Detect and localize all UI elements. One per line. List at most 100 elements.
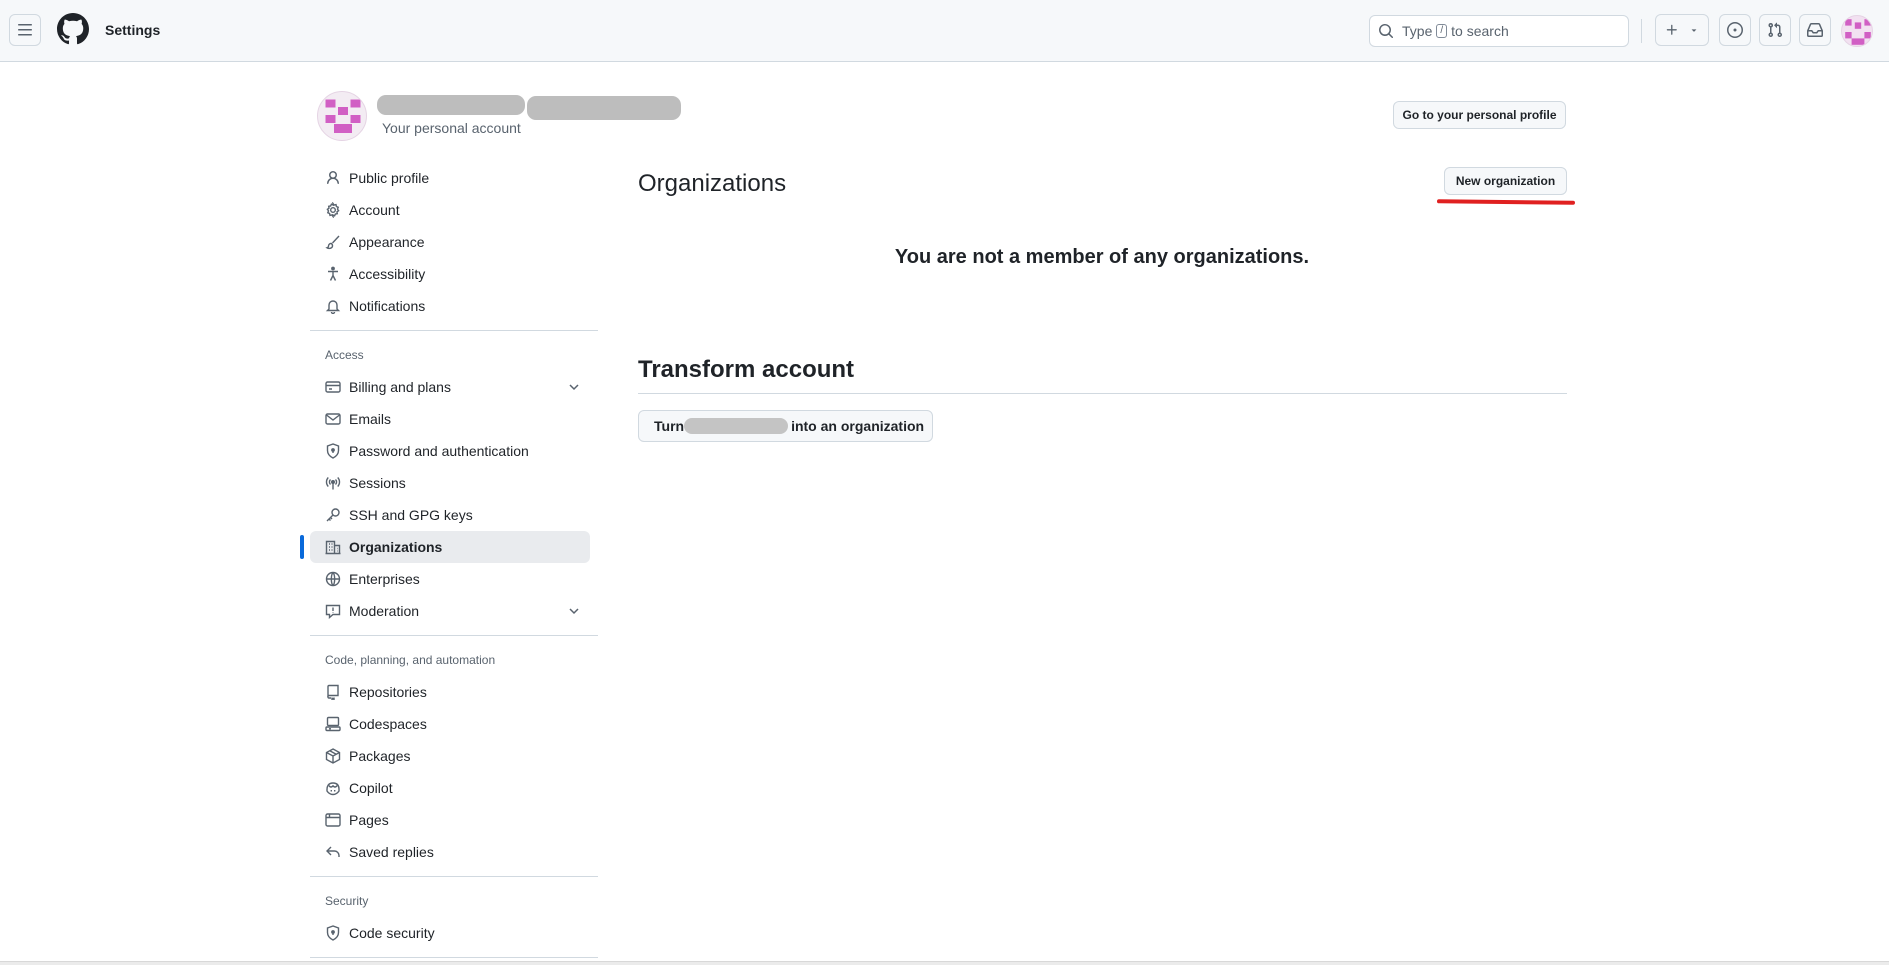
sidebar-divider: [310, 957, 598, 958]
globe-icon: [325, 571, 341, 587]
menu-button[interactable]: [9, 14, 41, 46]
chevron-down-icon[interactable]: [566, 379, 582, 395]
sidebar-item-label: Saved replies: [349, 844, 434, 860]
new-organization-button[interactable]: New organization: [1444, 167, 1567, 195]
sidebar-item-account[interactable]: Account: [310, 194, 590, 226]
context-title[interactable]: Settings: [105, 22, 160, 38]
create-new-button[interactable]: [1655, 14, 1709, 46]
sidebar-item-label: Code security: [349, 925, 435, 941]
shield-lock-icon: [326, 443, 340, 459]
broadcast-icon: [325, 477, 341, 490]
inbox-icon: [1807, 23, 1823, 37]
hamburger-icon: [18, 24, 32, 36]
sidebar-item-label: Notifications: [349, 298, 426, 314]
sidebar-item-label: Accessibility: [349, 266, 426, 282]
sidebar-item-label: Pages: [349, 812, 389, 828]
key-icon: [326, 508, 340, 522]
sidebar-heading-access: Access: [325, 348, 364, 362]
user-avatar[interactable]: [1841, 15, 1873, 47]
identicon-icon: [1845, 19, 1871, 45]
settings-sidebar: Public profile Account Appearance Access…: [300, 162, 598, 965]
sidebar-item-label: Enterprises: [349, 571, 420, 587]
sidebar-item-label: Codespaces: [349, 716, 427, 732]
issues-button[interactable]: [1719, 14, 1751, 46]
repo-icon: [327, 684, 339, 700]
organization-icon: [325, 540, 341, 555]
copilot-icon: [326, 782, 340, 796]
turn-into-organization-button[interactable]: Turn into an organization: [638, 410, 933, 442]
mail-icon: [325, 413, 341, 425]
sidebar-item-label: Copilot: [349, 780, 393, 796]
sidebar-item-label: Billing and plans: [349, 379, 451, 395]
empty-state-message: You are not a member of any organization…: [894, 246, 1310, 268]
inbox-button[interactable]: [1799, 14, 1831, 46]
sidebar-item-label: Packages: [349, 748, 411, 764]
sidebar-item-label: Appearance: [349, 234, 425, 250]
sidebar-item-organizations[interactable]: Organizations: [300, 531, 590, 563]
package-icon: [325, 748, 341, 764]
paintbrush-icon: [325, 235, 340, 250]
go-to-profile-button[interactable]: Go to your personal profile: [1393, 101, 1566, 129]
sidebar-item-moderation[interactable]: Moderation: [310, 595, 590, 627]
window-bottom-edge: [0, 961, 1889, 965]
sidebar-item-label: Public profile: [349, 170, 430, 186]
sidebar-item-appearance[interactable]: Appearance: [310, 226, 590, 258]
search-shortcut-key: /: [1436, 24, 1448, 38]
search-icon: [1379, 24, 1394, 39]
sidebar-item-label: Emails: [349, 411, 392, 427]
search-placeholder-prefix: Type: [1402, 23, 1433, 39]
sidebar-heading-code: Code, planning, and automation: [325, 653, 496, 667]
page-title: Organizations: [638, 170, 787, 197]
turn-button-suffix: into an organization: [791, 418, 925, 434]
sidebar-divider: [310, 635, 598, 636]
shield-check-icon: [326, 925, 340, 941]
transform-account-heading: Transform account: [638, 356, 855, 383]
person-icon: [327, 171, 339, 185]
sidebar-item-enterprises[interactable]: Enterprises: [310, 563, 590, 595]
chevron-down-icon[interactable]: [566, 603, 582, 619]
top-header: Settings Type / to search: [0, 0, 1889, 62]
redacted-username: [527, 96, 681, 120]
sidebar-item-password-auth[interactable]: Password and authentication: [310, 435, 590, 467]
sidebar-item-accessibility[interactable]: Accessibility: [310, 258, 590, 290]
codespaces-icon: [325, 716, 341, 732]
turn-button-prefix: Turn: [654, 418, 685, 434]
sidebar-item-public-profile[interactable]: Public profile: [310, 162, 590, 194]
annotation-underline: [1436, 199, 1576, 205]
sidebar-item-copilot[interactable]: Copilot: [310, 772, 590, 804]
sidebar-item-label: Sessions: [349, 475, 406, 491]
sidebar-item-sessions[interactable]: Sessions: [310, 467, 590, 499]
sidebar-divider: [310, 330, 598, 331]
browser-icon: [325, 813, 341, 827]
sidebar-item-pages[interactable]: Pages: [310, 804, 590, 836]
github-logo-icon[interactable]: [57, 13, 89, 45]
plus-icon: [1666, 24, 1677, 35]
sidebar-item-label: Organizations: [349, 539, 443, 555]
sidebar-item-packages[interactable]: Packages: [310, 740, 590, 772]
triangle-down-icon: [1691, 29, 1697, 32]
git-pull-request-icon: [1768, 22, 1783, 38]
sidebar-item-code-security[interactable]: Code security: [310, 917, 590, 949]
sidebar-item-notifications[interactable]: Notifications: [310, 290, 590, 322]
issue-opened-icon: [1727, 22, 1743, 38]
pull-requests-button[interactable]: [1759, 14, 1791, 46]
accessibility-icon: [328, 266, 338, 281]
profile-avatar: [317, 91, 367, 141]
sidebar-item-label: Moderation: [349, 603, 420, 619]
reply-icon: [326, 846, 340, 857]
sidebar-item-saved-replies[interactable]: Saved replies: [310, 836, 590, 868]
sidebar-item-billing[interactable]: Billing and plans: [310, 371, 590, 403]
sidebar-item-ssh-gpg[interactable]: SSH and GPG keys: [310, 499, 590, 531]
redacted-username: [684, 418, 789, 434]
identicon-icon: [325, 99, 361, 133]
sidebar-item-repositories[interactable]: Repositories: [310, 676, 590, 708]
sidebar-divider: [310, 876, 598, 877]
search-placeholder-suffix: to search: [1451, 23, 1509, 39]
sidebar-item-label: Repositories: [349, 684, 427, 700]
sidebar-item-codespaces[interactable]: Codespaces: [310, 708, 590, 740]
search-input[interactable]: Type / to search: [1369, 15, 1629, 47]
sidebar-item-label: SSH and GPG keys: [349, 507, 473, 523]
bell-icon: [325, 300, 341, 314]
redacted-display-name: [377, 95, 525, 115]
sidebar-item-emails[interactable]: Emails: [310, 403, 590, 435]
